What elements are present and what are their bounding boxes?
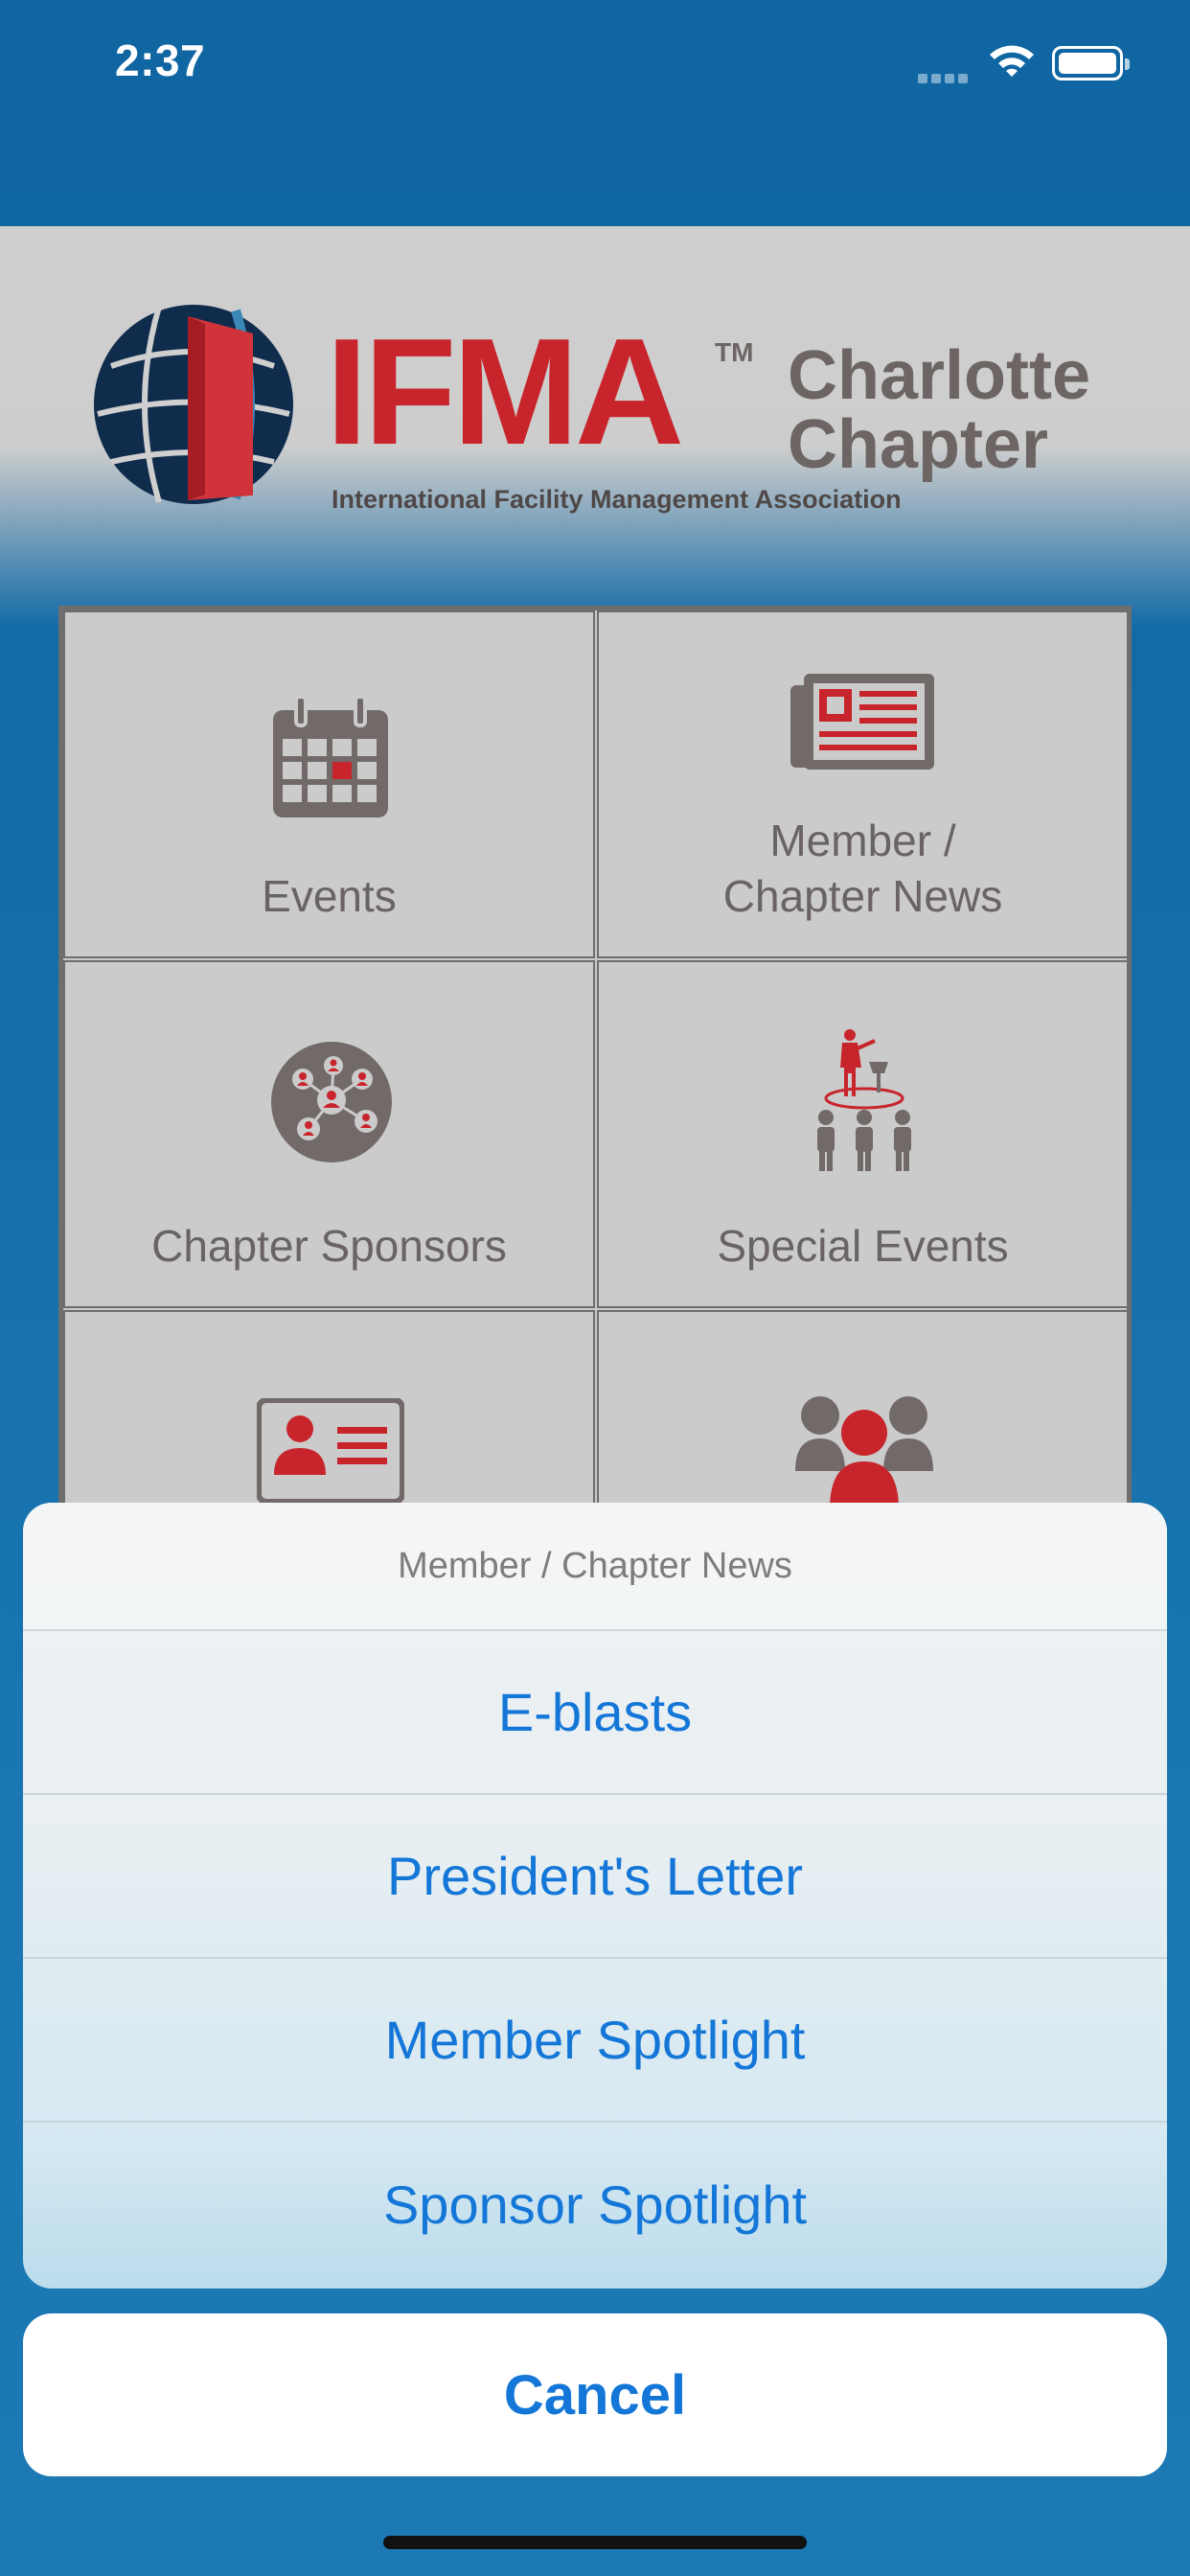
tile-chapter-sponsors[interactable]: Chapter Sponsors [63, 960, 595, 1308]
action-sponsor-spotlight[interactable]: Sponsor Spotlight [23, 2123, 1167, 2287]
chapter-name-line2: Chapter [788, 406, 1049, 483]
action-eblasts[interactable]: E-blasts [23, 1631, 1167, 1795]
tile-chapter-sponsors-label: Chapter Sponsors [151, 1221, 507, 1271]
network-people-icon [271, 1042, 392, 1162]
cancel-button[interactable]: Cancel [23, 2313, 1167, 2476]
id-card-icon [257, 1398, 404, 1504]
tile-events-label: Events [262, 871, 397, 921]
chapter-name: Charlotte Chapter [788, 341, 1090, 479]
tile-special-events-label: Special Events [717, 1221, 1009, 1271]
tile-member-news-label-line1: Member / [769, 816, 956, 865]
status-time: 2:37 [115, 35, 206, 85]
ifma-logo-text: IFMA [326, 308, 684, 476]
association-subtitle: International Facility Management Associ… [332, 485, 902, 514]
tile-special-events[interactable]: Special Events [597, 960, 1129, 1308]
tile-member-news-label-line2: Chapter News [722, 871, 1003, 921]
calendar-icon [273, 695, 388, 817]
trademark-mark: TM [715, 337, 754, 367]
presenter-audience-icon [817, 1029, 911, 1171]
home-indicator[interactable] [383, 2536, 807, 2549]
group-people-icon [795, 1396, 933, 1509]
chapter-name-line1: Charlotte [788, 337, 1091, 414]
cellular-signal-icon [918, 71, 972, 83]
action-sheet: Member / Chapter News E-blasts President… [23, 1503, 1167, 2288]
wifi-icon [990, 45, 1034, 77]
tile-events[interactable]: Events [63, 610, 595, 958]
newspaper-icon [790, 674, 934, 770]
tile-member-news-label: Member / Chapter News [723, 813, 1002, 924]
status-bar: 2:37 [0, 0, 1190, 130]
tile-member-chapter-news[interactable]: Member / Chapter News [597, 610, 1129, 958]
battery-icon [1052, 46, 1130, 80]
action-sheet-title: Member / Chapter News [23, 1503, 1167, 1631]
action-presidents-letter[interactable]: President's Letter [23, 1795, 1167, 1959]
ifma-globe-logo-icon [94, 305, 293, 504]
action-member-spotlight[interactable]: Member Spotlight [23, 1959, 1167, 2123]
